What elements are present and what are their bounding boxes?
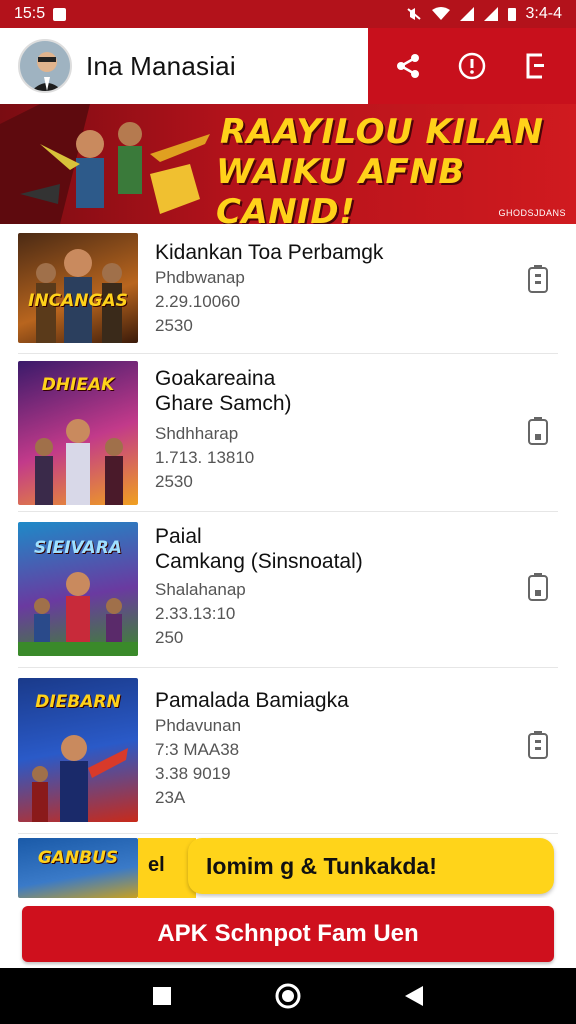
- alert-icon: [458, 52, 486, 80]
- banner-headline-1: RAAYILOU KILAN: [220, 112, 544, 152]
- item-meta-2: 2.29.10060: [155, 292, 241, 311]
- download-icon[interactable]: [526, 730, 550, 760]
- item-meta-2: 7:3 MAA38: [155, 740, 240, 759]
- item-title: Goakareaina Ghare Samch): [155, 367, 292, 415]
- item-meta-2: 1.713. 13810: [155, 448, 255, 467]
- status-left: 15:5: [14, 5, 67, 23]
- item-meta-2: 2.33.13:10: [155, 604, 236, 623]
- list-item[interactable]: DIEBARN Pamalada Bamiagka Phdavunan 7:3 …: [18, 668, 558, 834]
- battery-status-icon[interactable]: [526, 572, 550, 602]
- item-meta-4: 23A: [155, 788, 186, 807]
- banner-footer: GHODSJDANS: [498, 208, 566, 218]
- item-thumbnail: DHIEAK: [18, 361, 138, 505]
- item-meta-3: 2530: [155, 316, 193, 335]
- system-nav-bar: [0, 968, 576, 1024]
- share-button[interactable]: [388, 46, 428, 86]
- recent-apps-icon[interactable]: [151, 985, 173, 1007]
- download-apk-button[interactable]: APK Schnpot Fam Uen: [22, 906, 554, 962]
- page-title: Ina Manasiai: [86, 50, 236, 81]
- item-meta-3: 3.38 9019: [155, 764, 231, 783]
- avatar[interactable]: [18, 39, 72, 93]
- item-meta-3: 250: [155, 628, 184, 647]
- home-icon[interactable]: [274, 982, 302, 1010]
- item-meta-1: Shdhharap: [155, 424, 239, 443]
- mute-icon: [406, 8, 421, 20]
- back-icon[interactable]: [403, 984, 425, 1008]
- item-title: Paial Camkang (Sinsnoatal): [155, 525, 363, 573]
- battery-icon: [507, 8, 516, 21]
- item-title: Pamalada Bamiagka: [155, 689, 349, 712]
- list-item[interactable]: INCANGAS Kidankan Toa Perbamgk Phdbwanap…: [18, 226, 558, 354]
- exit-icon: [526, 53, 544, 79]
- share-icon: [397, 54, 419, 78]
- thumbnail-art: [36, 249, 122, 343]
- list-item[interactable]: SIEIVARA Paial Camkang (Sinsnoatal) Shal…: [18, 512, 558, 668]
- status-right: 3:4-4: [406, 5, 562, 23]
- promo-banner[interactable]: RAAYILOU KILAN WAIKU AFNB CANID! GHODSJD…: [0, 104, 576, 224]
- info-button[interactable]: [452, 46, 492, 86]
- item-title: Kidankan Toa Perbamgk: [155, 241, 384, 264]
- thumbnail-title: DIEBARN: [35, 692, 121, 712]
- thumbnail-title: GANBUS: [37, 848, 119, 868]
- item-thumbnail: SIEIVARA: [18, 522, 138, 656]
- header-left: Ina Manasiai: [0, 28, 368, 104]
- thumbnail-title: INCANGAS: [28, 291, 128, 311]
- bottom-action-bar: APK Schnpot Fam Uen: [0, 898, 576, 968]
- exit-button[interactable]: [516, 46, 556, 86]
- promo-tooltip[interactable]: Iomim g & Tunkakda!: [188, 838, 554, 894]
- avatar-image: [20, 41, 70, 91]
- app-header: Ina Manasiai: [0, 28, 576, 104]
- status-bar: 15:5 3:4-4: [0, 0, 576, 28]
- item-thumbnail: INCANGAS: [18, 233, 138, 343]
- item-meta-1: Phdbwanap: [155, 268, 245, 287]
- item-meta-1: Shalahanap: [155, 580, 246, 599]
- notification-icon: [53, 7, 67, 21]
- wifi-icon: [431, 7, 450, 20]
- signal-icon: [459, 7, 474, 21]
- item-thumbnail: DIEBARN: [18, 678, 138, 822]
- header-actions: [368, 28, 576, 104]
- list-item[interactable]: DHIEAK Goakareaina Ghare Samch) Shdhhara…: [18, 354, 558, 512]
- item-meta-1: Phdavunan: [155, 716, 242, 735]
- status-battery-text: 3:4-4: [525, 5, 562, 22]
- status-time: 15:5: [14, 5, 46, 22]
- item-meta-3: 2530: [155, 472, 193, 491]
- item-thumbnail: GANBUS: [18, 838, 138, 898]
- banner-art: [0, 104, 210, 224]
- signal-icon-2: [483, 7, 498, 21]
- thumbnail-title: SIEIVARA: [34, 538, 122, 558]
- thumbnail-title: DHIEAK: [41, 375, 115, 395]
- battery-status-icon[interactable]: [526, 416, 550, 446]
- download-icon[interactable]: [526, 264, 550, 294]
